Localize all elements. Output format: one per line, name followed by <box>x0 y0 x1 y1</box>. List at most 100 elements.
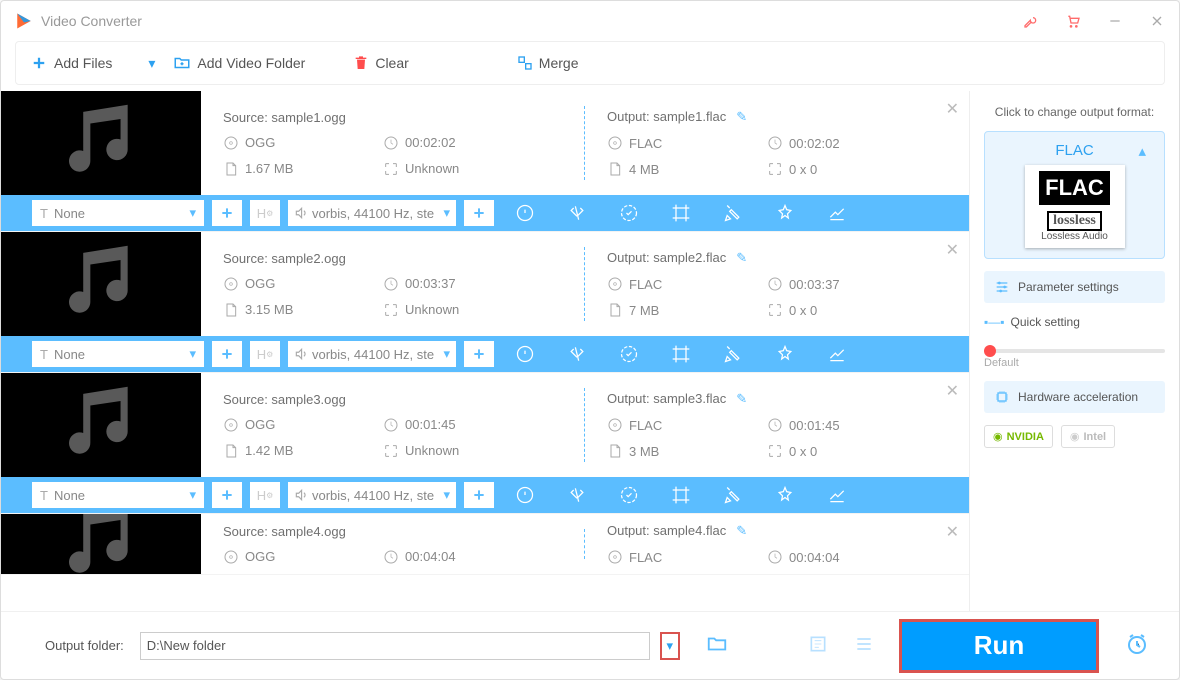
format-selector[interactable]: FLAC FLAC lossless Lossless Audio <box>984 131 1165 259</box>
tool-icon-4[interactable] <box>723 203 743 223</box>
remove-item-icon[interactable]: ✕ <box>946 99 959 119</box>
tool-icon-0[interactable] <box>515 485 535 505</box>
subtitle-settings-button[interactable]: H⚙ <box>249 340 281 368</box>
source-name: Source: sample3.ogg <box>223 392 563 407</box>
output-panel: ✕ Output: sample1.flac✎ FLAC00:02:02 4 M… <box>585 91 969 195</box>
add-subtitle-button[interactable] <box>211 481 243 509</box>
audio-select[interactable]: vorbis, 44100 Hz, ste▾ <box>287 481 457 509</box>
main-toolbar: Add Files ▾ Add Video Folder Clear Merge <box>15 41 1165 85</box>
output-folder-dropdown[interactable]: ▾ <box>660 632 680 660</box>
footer: Output folder: D:\New folder ▾ Run <box>1 611 1179 679</box>
tool-icon-3[interactable] <box>671 485 691 505</box>
file-item: Source: sample4.ogg OGG00:04:04 ✕ Output… <box>1 514 969 575</box>
thumbnail <box>1 232 201 336</box>
edit-output-icon[interactable]: ✎ <box>736 109 747 124</box>
subtitle-select[interactable]: TNone▾ <box>31 340 205 368</box>
settings-icon[interactable] <box>854 634 874 657</box>
tool-icon-1[interactable] <box>567 203 587 223</box>
subtitle-select[interactable]: TNone▾ <box>31 481 205 509</box>
slider-default-label: Default <box>984 357 1165 369</box>
source-resolution: Unknown <box>383 302 533 318</box>
remove-item-icon[interactable]: ✕ <box>946 240 959 260</box>
subtitle-select[interactable]: TNone▾ <box>31 199 205 227</box>
intel-badge[interactable]: ◉Intel <box>1061 425 1115 448</box>
output-folder-label: Output folder: <box>45 638 124 653</box>
param-label: Parameter settings <box>1018 280 1119 294</box>
clear-button[interactable]: Clear <box>353 55 408 71</box>
add-files-button[interactable]: Add Files ▾ <box>30 54 155 72</box>
tool-icon-5[interactable] <box>775 203 795 223</box>
edit-output-icon[interactable]: ✎ <box>736 523 747 538</box>
output-resolution: 0 x 0 <box>767 302 917 318</box>
source-size: 1.42 MB <box>223 443 373 459</box>
minimize-icon[interactable] <box>1107 13 1123 29</box>
tool-icon-2[interactable] <box>619 344 639 364</box>
app-logo-icon <box>15 12 33 30</box>
tool-icon-1[interactable] <box>567 344 587 364</box>
tool-icon-0[interactable] <box>515 344 535 364</box>
source-size: 1.67 MB <box>223 161 373 177</box>
tool-icon-2[interactable] <box>619 203 639 223</box>
output-size: 7 MB <box>607 302 757 318</box>
subtitle-settings-button[interactable]: H⚙ <box>249 481 281 509</box>
nvidia-badge[interactable]: ◉NVIDIA <box>984 425 1053 448</box>
parameter-settings-button[interactable]: Parameter settings <box>984 271 1165 303</box>
output-duration: 00:03:37 <box>767 276 917 292</box>
sliders-icon <box>994 279 1010 295</box>
output-panel: ✕ Output: sample2.flac✎ FLAC00:03:37 7 M… <box>585 232 969 336</box>
output-folder-input[interactable]: D:\New folder <box>140 632 650 660</box>
audio-select[interactable]: vorbis, 44100 Hz, ste▾ <box>287 340 457 368</box>
file-list: Source: sample1.ogg OGG00:02:02 1.67 MBU… <box>1 91 969 611</box>
source-name: Source: sample1.ogg <box>223 110 563 125</box>
output-name: Output: sample4.flac✎ <box>607 523 947 539</box>
add-files-dropdown-icon[interactable]: ▾ <box>148 55 155 72</box>
output-resolution: 0 x 0 <box>767 161 917 177</box>
export-list-icon[interactable] <box>808 634 828 657</box>
file-item: Source: sample2.ogg OGG00:03:37 3.15 MBU… <box>1 232 969 373</box>
add-folder-button[interactable]: Add Video Folder <box>173 54 305 72</box>
quality-slider[interactable] <box>984 349 1165 353</box>
edit-output-icon[interactable]: ✎ <box>736 250 747 265</box>
source-format: OGG <box>223 417 373 433</box>
remove-item-icon[interactable]: ✕ <box>946 381 959 401</box>
merge-icon <box>517 55 533 71</box>
tool-icon-2[interactable] <box>619 485 639 505</box>
add-audio-button[interactable] <box>463 340 495 368</box>
tool-icon-5[interactable] <box>775 485 795 505</box>
audio-select[interactable]: vorbis, 44100 Hz, ste▾ <box>287 199 457 227</box>
close-icon[interactable] <box>1149 13 1165 29</box>
tool-icon-0[interactable] <box>515 203 535 223</box>
quick-setting-label: ▪—▪ Quick setting <box>984 315 1165 329</box>
cart-icon[interactable] <box>1065 13 1081 29</box>
add-subtitle-button[interactable] <box>211 340 243 368</box>
remove-item-icon[interactable]: ✕ <box>946 522 959 542</box>
tool-icon-3[interactable] <box>671 344 691 364</box>
run-button[interactable]: Run <box>899 619 1099 673</box>
output-panel: ✕ Output: sample3.flac✎ FLAC00:01:45 3 M… <box>585 373 969 477</box>
merge-button[interactable]: Merge <box>517 55 579 71</box>
tool-icon-1[interactable] <box>567 485 587 505</box>
source-panel: Source: sample4.ogg OGG00:04:04 <box>201 514 585 574</box>
schedule-icon[interactable] <box>1125 632 1149 659</box>
output-name: Output: sample3.flac✎ <box>607 391 947 407</box>
tool-icon-6[interactable] <box>827 344 847 364</box>
tool-icon-4[interactable] <box>723 344 743 364</box>
hardware-accel-button[interactable]: Hardware acceleration <box>984 381 1165 413</box>
edit-output-icon[interactable]: ✎ <box>736 391 747 406</box>
add-audio-button[interactable] <box>463 481 495 509</box>
subtitle-settings-button[interactable]: H⚙ <box>249 199 281 227</box>
add-subtitle-button[interactable] <box>211 199 243 227</box>
chip-icon <box>994 389 1010 405</box>
tool-icon-6[interactable] <box>827 203 847 223</box>
tool-icon-6[interactable] <box>827 485 847 505</box>
source-panel: Source: sample1.ogg OGG00:02:02 1.67 MBU… <box>201 91 585 195</box>
tool-icon-4[interactable] <box>723 485 743 505</box>
format-mid-label: lossless <box>1047 211 1102 231</box>
tool-icon-3[interactable] <box>671 203 691 223</box>
output-size: 4 MB <box>607 161 757 177</box>
tool-icon-5[interactable] <box>775 344 795 364</box>
key-icon[interactable] <box>1023 13 1039 29</box>
add-files-label: Add Files <box>54 55 112 71</box>
open-folder-icon[interactable] <box>706 633 728 658</box>
add-audio-button[interactable] <box>463 199 495 227</box>
